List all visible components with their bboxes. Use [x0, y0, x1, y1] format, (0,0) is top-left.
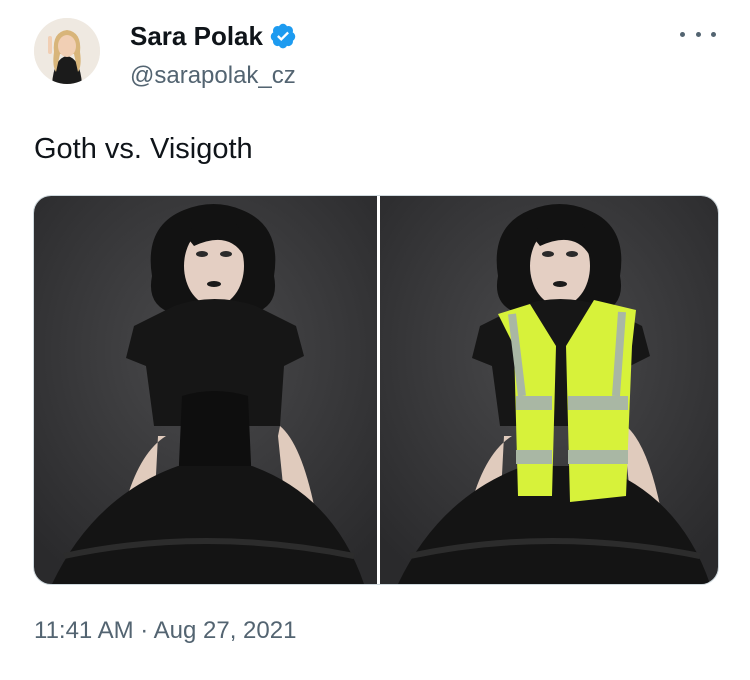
verified-badge-icon: [270, 23, 296, 49]
author-name-row: Sara Polak: [130, 20, 297, 52]
author-display-name[interactable]: Sara Polak: [130, 20, 263, 52]
user-avatar-photo-icon: [34, 18, 100, 84]
goth-with-safety-vest-photo[interactable]: [380, 196, 718, 584]
tweet-media[interactable]: [33, 195, 719, 585]
tweet-timestamp[interactable]: 11:41 AM · Aug 27, 2021: [34, 616, 296, 646]
tweet-text: Goth vs. Visigoth: [34, 133, 253, 165]
goth-outfit-photo[interactable]: [34, 196, 377, 584]
more-options-icon[interactable]: [680, 24, 716, 44]
author-avatar[interactable]: [34, 18, 100, 84]
author-handle[interactable]: @sarapolak_cz: [130, 62, 296, 90]
